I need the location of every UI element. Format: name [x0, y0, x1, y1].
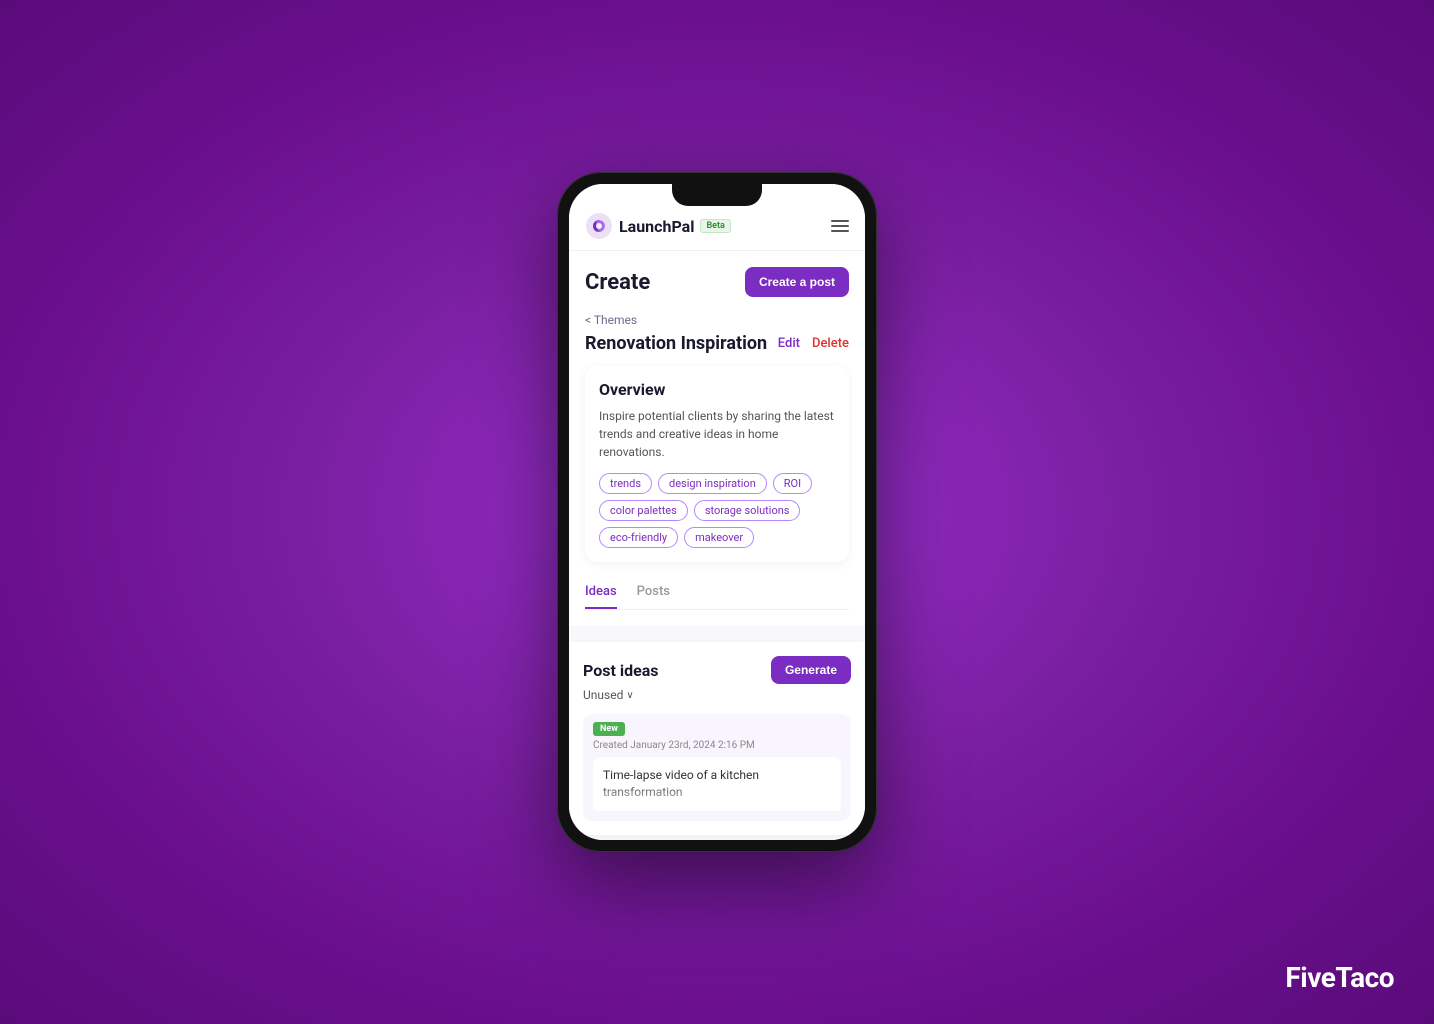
- overview-card: Overview Inspire potential clients by sh…: [585, 366, 849, 562]
- tabs-row: Ideas Posts: [585, 574, 849, 610]
- theme-actions: Edit Delete: [778, 336, 849, 351]
- overview-title: Overview: [599, 380, 835, 399]
- chevron-down-icon: ∨: [626, 690, 633, 701]
- tag: color palettes: [599, 500, 688, 521]
- delete-link[interactable]: Delete: [812, 336, 849, 351]
- tab-posts[interactable]: Posts: [637, 584, 670, 609]
- phone-screen: LaunchPal Beta Create Create a post < Th…: [569, 184, 865, 840]
- create-post-button[interactable]: Create a post: [745, 267, 849, 297]
- new-badge: New: [593, 722, 625, 736]
- unused-filter[interactable]: Unused ∨: [583, 688, 851, 702]
- app-content: LaunchPal Beta Create Create a post < Th…: [569, 184, 865, 840]
- generate-button[interactable]: Generate: [771, 656, 851, 684]
- idea-card-body: Time-lapse video of a kitchen transforma…: [593, 757, 841, 811]
- beta-badge: Beta: [700, 219, 730, 233]
- tab-ideas[interactable]: Ideas: [585, 584, 617, 609]
- post-ideas-title: Post ideas: [583, 661, 659, 680]
- post-ideas-content: Post ideas Generate Unused ∨ New Created…: [569, 642, 865, 835]
- phone-notch: [672, 184, 762, 206]
- logo-icon: [585, 212, 613, 240]
- tag: trends: [599, 473, 652, 494]
- hamburger-menu-icon[interactable]: [831, 220, 849, 232]
- tag: design inspiration: [658, 473, 767, 494]
- idea-card-meta: Created January 23rd, 2024 2:16 PM: [583, 740, 851, 757]
- page-title: Create: [585, 270, 650, 295]
- page-header-row: Create Create a post: [585, 267, 849, 297]
- idea-card-text: Time-lapse video of a kitchen transforma…: [603, 767, 831, 801]
- back-link[interactable]: < Themes: [585, 313, 849, 327]
- post-ideas-section: Post ideas Generate Unused ∨ New Created…: [569, 626, 865, 840]
- tag: storage solutions: [694, 500, 801, 521]
- tags-area: trends design inspiration ROI color palette…: [599, 473, 835, 548]
- tag: ROI: [773, 473, 812, 494]
- overview-description: Inspire potential clients by sharing the…: [599, 407, 835, 461]
- theme-title-row: Renovation Inspiration Edit Delete: [585, 333, 849, 354]
- logo-text: LaunchPal: [619, 217, 694, 236]
- logo-area: LaunchPal Beta: [585, 212, 731, 240]
- phone-device: LaunchPal Beta Create Create a post < Th…: [557, 172, 877, 852]
- tag: makeover: [684, 527, 754, 548]
- unused-filter-label: Unused: [583, 688, 623, 702]
- page-content: Create Create a post < Themes Renovation…: [569, 251, 865, 626]
- idea-card: New Created January 23rd, 2024 2:16 PM T…: [583, 714, 851, 821]
- tag: eco-friendly: [599, 527, 678, 548]
- theme-title: Renovation Inspiration: [585, 333, 767, 354]
- post-ideas-header: Post ideas Generate: [583, 656, 851, 684]
- edit-link[interactable]: Edit: [778, 336, 800, 351]
- fivetaco-watermark: FiveTaco: [1285, 961, 1394, 994]
